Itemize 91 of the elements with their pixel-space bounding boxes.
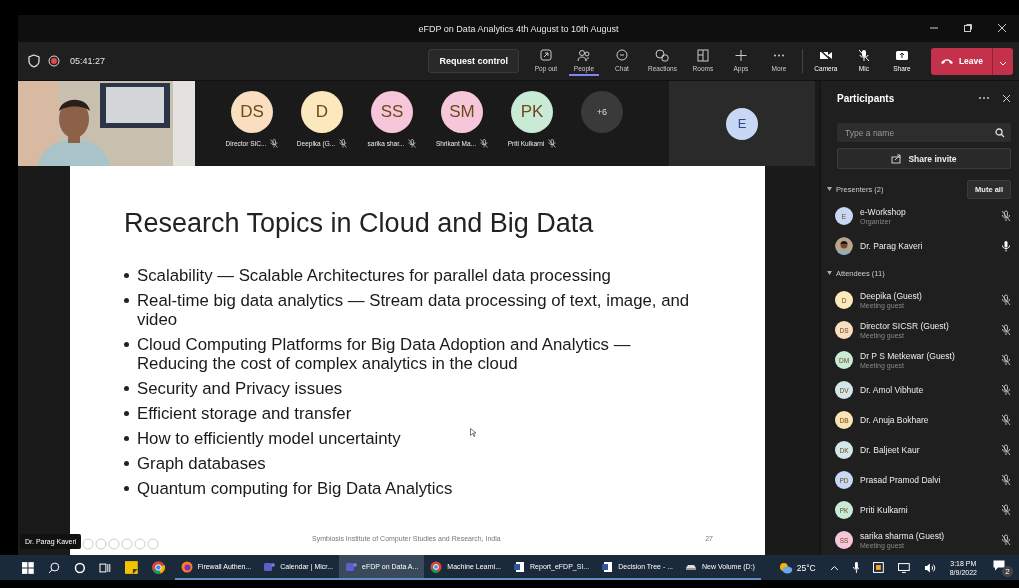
notification-count: 2 bbox=[1001, 565, 1013, 577]
participant-name: Deepika (Guest) bbox=[860, 291, 923, 301]
popout-icon bbox=[539, 48, 553, 62]
search-icon[interactable] bbox=[47, 561, 60, 574]
bullet-icon bbox=[124, 273, 129, 278]
participant-name: sarika sharma (Guest) bbox=[860, 531, 946, 541]
network-icon[interactable] bbox=[898, 562, 910, 573]
people-icon bbox=[577, 48, 591, 62]
bullet-icon bbox=[124, 342, 129, 347]
bullet-text: Real-time big data analytics — Stream data processing of text, image, and video bbox=[137, 291, 691, 329]
avatar: D bbox=[301, 91, 343, 133]
restore-icon[interactable] bbox=[963, 23, 973, 33]
participant-name: Dr. Anuja Bokhare bbox=[860, 415, 930, 425]
participant-name: Dr. Parag Kaveri bbox=[860, 241, 924, 251]
message-icon bbox=[992, 559, 1005, 571]
participant-name: Dr. Amol Vibhute bbox=[860, 385, 925, 395]
muted-mic-icon bbox=[339, 139, 348, 148]
start-icon[interactable] bbox=[22, 561, 34, 574]
share-icon bbox=[894, 48, 909, 62]
bullet-icon bbox=[124, 486, 129, 491]
shield-icon bbox=[28, 54, 40, 68]
tray-app-icon[interactable] bbox=[873, 562, 885, 573]
app-icon bbox=[180, 560, 193, 573]
bullet-icon bbox=[124, 386, 129, 391]
weather-icon bbox=[778, 561, 793, 574]
bullet-text: Quantum computing for Big Data Analytics bbox=[137, 479, 453, 498]
bullet-icon bbox=[124, 461, 129, 466]
share-icon bbox=[891, 153, 903, 164]
muted-mic-icon bbox=[408, 139, 417, 148]
apps-icon bbox=[733, 48, 748, 62]
mic-icon bbox=[856, 48, 871, 62]
caret-icon bbox=[827, 271, 832, 275]
app-icon bbox=[263, 560, 276, 573]
bullet-text: Graph databases bbox=[137, 454, 266, 473]
document-icon bbox=[513, 560, 526, 573]
meeting-timer: 05:41:27 bbox=[70, 56, 106, 66]
reactions-icon bbox=[655, 48, 670, 62]
more-participants-badge[interactable]: +6 bbox=[581, 91, 623, 133]
bullet-icon bbox=[124, 298, 129, 303]
browser-icon[interactable] bbox=[151, 561, 165, 574]
leave-button[interactable]: Leave bbox=[930, 47, 992, 75]
avatar: SM bbox=[441, 91, 483, 133]
notifications-button[interactable]: 2 bbox=[990, 558, 1013, 577]
app-icon bbox=[345, 560, 358, 573]
muted-mic-icon bbox=[270, 139, 279, 148]
bullet-icon bbox=[124, 411, 129, 416]
slide-title: Research Topics in Cloud and Big Data bbox=[124, 208, 595, 239]
close-icon[interactable] bbox=[997, 23, 1007, 33]
participant-name: e-Workshop bbox=[860, 207, 907, 217]
bullet-text: Efficient storage and transfer bbox=[137, 404, 352, 423]
speaker-icon[interactable] bbox=[923, 562, 936, 573]
avatar: E bbox=[726, 107, 758, 140]
caret-icon bbox=[827, 187, 832, 191]
participant-name: Dr. Baljeet Kaur bbox=[860, 445, 921, 455]
phone-icon bbox=[939, 57, 954, 65]
close-icon[interactable] bbox=[1002, 93, 1011, 103]
rooms-icon bbox=[695, 48, 710, 62]
participant-name: Priti Kulkarni bbox=[860, 505, 909, 515]
task-view-icon[interactable] bbox=[99, 561, 112, 574]
bullet-text: Cloud Computing Platforms for Big Data Adoption and Analytics — Reducing the cost of complex analytics in the cloud bbox=[137, 335, 632, 373]
avatar: PK bbox=[511, 91, 553, 133]
muted-mic-icon bbox=[548, 139, 557, 148]
mic-icon[interactable] bbox=[852, 562, 860, 573]
weather-temperature: 25°C bbox=[796, 562, 816, 573]
bullet-text: How to efficiently model uncertainty bbox=[137, 429, 401, 448]
window-title: eFDP on Data Analytics 4th August to 10th August bbox=[418, 23, 619, 34]
sticky-note-icon[interactable] bbox=[125, 561, 138, 574]
avatar: SS bbox=[371, 91, 413, 133]
search-field[interactable]: Type a name bbox=[837, 123, 1011, 143]
chevron-up-icon[interactable] bbox=[829, 564, 839, 571]
share-invite-button[interactable]: Share invite bbox=[837, 148, 1011, 169]
panel-title: Participants bbox=[837, 92, 896, 104]
leave-options-button[interactable] bbox=[992, 47, 1013, 75]
app-icon bbox=[430, 560, 443, 573]
participant-name: Director SICSR (Guest) bbox=[860, 321, 950, 331]
participant-name: Prasad Pramod Dalvi bbox=[860, 475, 942, 485]
bullet-icon bbox=[124, 436, 129, 441]
search-icon bbox=[995, 128, 1005, 139]
request-control-button[interactable]: Request control bbox=[428, 49, 519, 73]
muted-mic-icon bbox=[480, 139, 489, 148]
chat-icon bbox=[615, 48, 629, 62]
bullet-text: Security and Privacy issues bbox=[137, 379, 343, 398]
document-icon bbox=[601, 560, 614, 573]
bullet-text: Scalability — Scalable Architectures for parallel data processing bbox=[137, 266, 611, 285]
avatar: DS bbox=[231, 91, 273, 133]
participant-name: Dr P S Metkewar (Guest) bbox=[860, 351, 956, 361]
cursor-icon bbox=[470, 428, 476, 437]
more-icon[interactable] bbox=[978, 96, 990, 100]
caret-icon bbox=[999, 60, 1007, 66]
circle-icon[interactable] bbox=[73, 561, 86, 574]
recording-icon bbox=[48, 55, 60, 67]
